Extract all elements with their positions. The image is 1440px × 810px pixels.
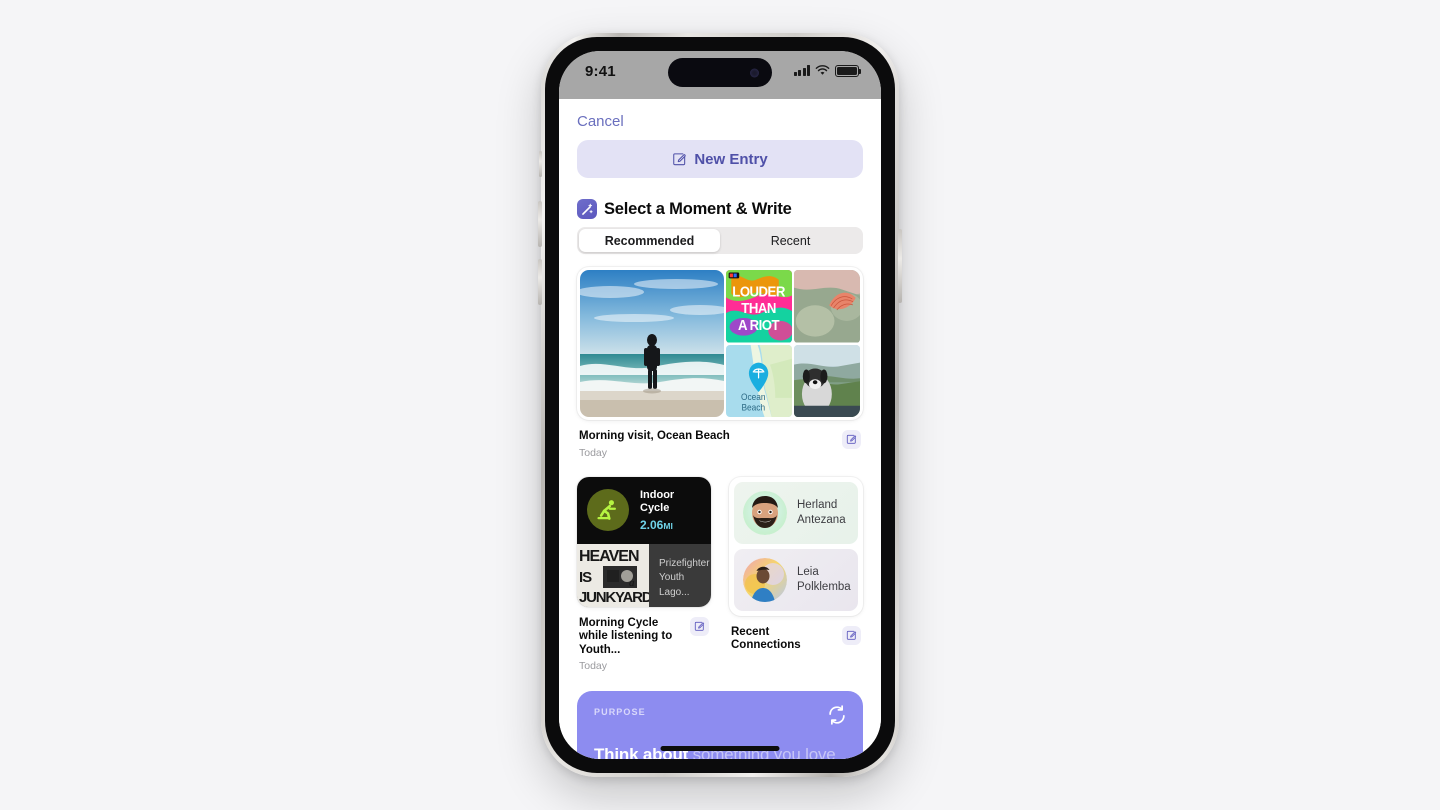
dynamic-island <box>668 58 772 87</box>
svg-text:a: a <box>629 577 635 589</box>
status-bar-time: 9:41 <box>585 63 616 80</box>
power-button[interactable] <box>898 229 902 303</box>
screenshot-stage: 9:41 Cancel New Entry Select a Moment & … <box>0 0 1440 810</box>
podcast-artwork-tile[interactable]: LOUDER THAN A RIOT <box>726 270 792 343</box>
svg-text:Beach: Beach <box>741 402 765 413</box>
moment-card-ocean-beach[interactable]: LOUDER THAN A RIOT Ocean Beach Morning v… <box>577 267 863 463</box>
caption-text: Morning Cycle while listening to Youth..… <box>579 617 690 673</box>
music-tile[interactable]: HEAVEN IS JUNKYARD a Prizefighter Youth … <box>577 543 711 607</box>
workout-meta: Indoor Cycle 2.06MI <box>640 489 674 532</box>
cancel-button[interactable]: Cancel <box>577 99 624 138</box>
dog-in-car-photo-tile[interactable] <box>794 344 860 417</box>
status-bar: 9:41 <box>559 51 881 99</box>
status-bar-indicators <box>793 65 862 77</box>
person-name: Herland Antezana <box>797 498 846 527</box>
svg-text:LOUDER: LOUDER <box>732 283 785 300</box>
card-title: Recent Connections <box>731 625 801 652</box>
caption-row: Morning visit, Ocean Beach Today <box>577 420 863 463</box>
photo-avatar <box>743 557 787 602</box>
caption-text: Morning visit, Ocean Beach Today <box>579 430 730 459</box>
cycling-icon <box>587 489 629 532</box>
phone-screen: 9:41 Cancel New Entry Select a Moment & … <box>559 51 881 759</box>
home-indicator[interactable] <box>660 746 780 751</box>
photo-collage[interactable]: LOUDER THAN A RIOT Ocean Beach <box>577 267 863 420</box>
phone-device-frame: 9:41 Cancel New Entry Select a Moment & … <box>538 33 902 777</box>
person-name-line1: Herland <box>797 499 838 512</box>
compose-icon <box>846 434 857 444</box>
track-line1: Prizefighter <box>659 557 710 569</box>
svg-text:THAN: THAN <box>741 299 776 316</box>
card-subtitle: Today <box>579 660 608 673</box>
new-entry-label: New Entry <box>694 150 768 168</box>
list-item[interactable]: Herland Antezana <box>734 481 858 544</box>
section-header: Select a Moment & Write <box>577 199 863 219</box>
beach-surfer-photo[interactable] <box>580 270 724 417</box>
seashell-photo-tile[interactable] <box>794 270 860 343</box>
app-content: Cancel New Entry Select a Moment & Write… <box>559 99 881 759</box>
workout-tile[interactable]: Indoor Cycle 2.06MI <box>577 476 711 544</box>
workout-name-line2: Cycle <box>640 501 670 514</box>
compose-icon <box>694 621 705 631</box>
svg-text:JUNKYARD: JUNKYARD <box>579 589 649 606</box>
map-tile[interactable]: Ocean Beach <box>726 344 792 417</box>
edit-moment-button[interactable] <box>842 430 861 449</box>
volume-down-button[interactable] <box>538 259 542 305</box>
album-artwork: HEAVEN IS JUNKYARD a <box>577 543 649 607</box>
list-item[interactable]: Leia Polklemba <box>734 548 858 611</box>
workout-music-stack[interactable]: Indoor Cycle 2.06MI HEAVEN IS JUNKYARD a… <box>577 476 711 607</box>
svg-text:A RIOT: A RIOT <box>738 316 780 333</box>
volume-up-button[interactable] <box>538 201 542 247</box>
track-line2: Youth Lago... <box>659 572 690 598</box>
edit-moment-button[interactable] <box>842 625 861 645</box>
phone-bezel: 9:41 Cancel New Entry Select a Moment & … <box>545 37 895 773</box>
people-list[interactable]: Herland Antezana Leia Polklemba <box>729 476 863 616</box>
track-meta: Prizefighter Youth Lago... <box>649 544 711 607</box>
svg-text:HEAVEN: HEAVEN <box>579 548 639 565</box>
silent-switch[interactable] <box>538 151 542 177</box>
page-title: Select a Moment & Write <box>604 199 792 218</box>
scroll-container[interactable]: Cancel New Entry Select a Moment & Write… <box>559 99 881 759</box>
svg-text:Ocean: Ocean <box>741 391 766 402</box>
purpose-label: PURPOSE <box>594 707 646 718</box>
cellular-bars-icon <box>793 65 810 77</box>
workout-distance: 2.06MI <box>640 517 673 532</box>
compose-icon <box>673 152 687 165</box>
caption-row: Recent Connections <box>729 616 863 657</box>
caption-row: Morning Cycle while listening to Youth..… <box>577 607 711 677</box>
cards-row: Indoor Cycle 2.06MI HEAVEN IS JUNKYARD a… <box>577 476 863 677</box>
tab-recent[interactable]: Recent <box>720 229 861 252</box>
refresh-icon[interactable] <box>826 704 848 726</box>
front-camera-icon <box>750 68 759 77</box>
svg-text:IS: IS <box>579 569 592 586</box>
moment-card-recent-connections[interactable]: Herland Antezana Leia Polklemba Recent C… <box>729 476 863 677</box>
card-title: Morning Cycle while listening to Youth..… <box>579 616 673 656</box>
person-name-line2: Polklemba <box>797 580 851 593</box>
edit-moment-button[interactable] <box>690 616 709 636</box>
person-name-line2: Antezana <box>797 513 846 526</box>
tab-recommended[interactable]: Recommended <box>579 229 720 252</box>
workout-name-line1: Indoor <box>640 488 675 501</box>
caption-text: Recent Connections <box>731 626 842 653</box>
moment-card-morning-cycle[interactable]: Indoor Cycle 2.06MI HEAVEN IS JUNKYARD a… <box>577 476 711 677</box>
battery-icon <box>835 65 862 77</box>
person-name-line1: Leia <box>797 566 819 579</box>
memoji-avatar <box>743 490 787 535</box>
card-subtitle: Today <box>579 446 608 459</box>
new-entry-button[interactable]: New Entry <box>577 140 863 178</box>
wifi-icon <box>815 65 830 75</box>
person-name: Leia Polklemba <box>797 565 851 594</box>
magic-wand-icon <box>577 199 597 219</box>
card-title: Morning visit, Ocean Beach <box>579 430 730 442</box>
compose-icon <box>846 630 857 640</box>
segmented-control[interactable]: Recommended Recent <box>577 227 863 254</box>
